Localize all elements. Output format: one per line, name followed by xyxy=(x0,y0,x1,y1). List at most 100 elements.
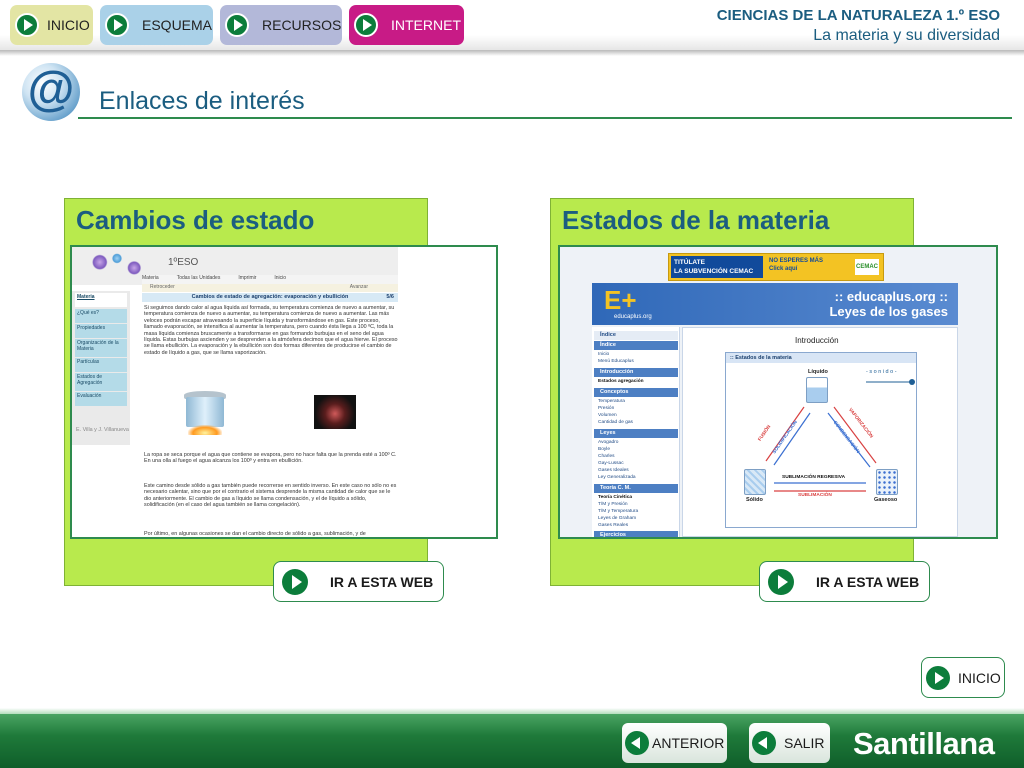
preview-sidebar: Índice Índice Inicio Menú Educaplus Intr… xyxy=(592,327,680,537)
preview-sidebar-item: Evaluación xyxy=(75,392,127,406)
preview-item: Menú Educaplus xyxy=(598,359,634,364)
solid-label: Sólido xyxy=(746,497,763,503)
at-sign-icon: @ xyxy=(22,63,80,121)
nav-recursos-button[interactable]: RECURSOS xyxy=(220,5,342,45)
preview-nav-forward: Avanzar xyxy=(349,284,368,290)
nav-internet-label: INTERNET xyxy=(391,17,461,33)
preview-main: Introducción :: Estados de la materia Lí… xyxy=(682,327,958,537)
preview-item: Leyes de Graham xyxy=(598,516,637,521)
preview-item: Boyle xyxy=(598,447,610,452)
inicio-label: INICIO xyxy=(958,669,1001,686)
title-underline xyxy=(78,117,1012,119)
preview-item: Gases Reales xyxy=(598,523,629,528)
regressive-sublimation-label: SUBLIMACIÓN REGRESIVA xyxy=(782,475,846,480)
nav-internet-button[interactable]: INTERNET xyxy=(349,5,464,45)
preview-item: Teoría Cinética xyxy=(598,495,633,500)
gas-beaker-icon xyxy=(876,469,898,495)
play-icon xyxy=(15,13,39,37)
course-title: CIENCIAS DE LA NATURALEZA 1.º ESO xyxy=(716,7,1000,24)
preview-sidebar-item: Materia xyxy=(75,293,127,307)
gas-label: Gaseoso xyxy=(874,497,898,503)
preview-paragraph: Si seguimos dando calor al agua líquida … xyxy=(144,305,398,356)
preview-item: Charles xyxy=(598,454,615,459)
course-subtitle: La materia y su diversidad xyxy=(813,27,1000,44)
nav-inicio-button[interactable]: INICIO xyxy=(10,5,93,45)
preview-heading: Cambios de estado de agregación: evapora… xyxy=(142,293,398,302)
preview-section: Ejercicios xyxy=(594,531,678,537)
anterior-label: ANTERIOR xyxy=(652,735,725,751)
preview-site-header: E+ educaplus.org :: educaplus.org :: Ley… xyxy=(592,283,958,325)
website-preview-cambios[interactable]: 1ºESO Materia Todas las Unidades Imprimi… xyxy=(70,245,498,539)
preview-item: Temperatura xyxy=(598,399,625,404)
banner-left: TITÚLATE LA SUBVENCIÓN CEMAC xyxy=(671,256,763,278)
preview-ad-banner: TITÚLATE LA SUBVENCIÓN CEMAC NO ESPERES … xyxy=(668,253,884,281)
preview-page-number: 5/6 xyxy=(386,294,394,300)
play-icon xyxy=(926,665,950,690)
nav-inicio-label: INICIO xyxy=(47,17,90,33)
back-arrow-icon xyxy=(625,731,649,755)
preview-item: Avogadro xyxy=(598,440,619,445)
card-title: Estados de la materia xyxy=(562,205,830,235)
website-preview-estados[interactable]: TITÚLATE LA SUBVENCIÓN CEMAC NO ESPERES … xyxy=(558,245,998,539)
sublimation-label: SUBLIMACIÓN xyxy=(798,493,832,498)
course-info: CIENCIAS DE LA NATURALEZA 1.º ESO La mat… xyxy=(717,7,1000,45)
preview-item: Cantidad de gas xyxy=(598,420,633,425)
preview-sidebar-item: Estados de Agregación xyxy=(75,373,127,391)
banner-middle: NO ESPERES MÁS Click aquí xyxy=(769,258,824,272)
pot-illustration xyxy=(182,387,228,437)
play-icon xyxy=(354,13,378,37)
nav-esquema-button[interactable]: ESQUEMA xyxy=(100,5,213,45)
salir-label: SALIR xyxy=(784,735,825,751)
banner-right: CEMAC xyxy=(855,259,879,275)
preview-item: Presión xyxy=(598,406,615,411)
back-arrow-icon xyxy=(752,731,776,755)
preview-item: Ley Generalizada xyxy=(598,475,636,480)
button-label: IR A ESTA WEB xyxy=(330,573,434,590)
preview-paragraph: Por último, en algunas ocasiones se dan … xyxy=(144,531,366,537)
preview-paragraph: La ropa se seca porque el agua que conti… xyxy=(144,452,397,465)
preview-sidebar-item: Propiedades xyxy=(75,324,127,338)
preview-section: Índice xyxy=(594,341,678,350)
preview-sidebar-item: ¿Qué es? xyxy=(75,309,127,323)
anterior-button[interactable]: ANTERIOR xyxy=(622,723,727,763)
educaplus-logo-sub: educaplus.org xyxy=(614,314,652,320)
nav-esquema-label: ESQUEMA xyxy=(142,17,213,33)
preview-item: Inicio xyxy=(598,352,610,357)
preview-paragraph: Este camino desde sólido a gas también p… xyxy=(144,483,397,509)
preview-item: Volumen xyxy=(598,413,617,418)
preview-sidebar-item: Partículas xyxy=(75,358,127,372)
preview-nav-back: Retroceder xyxy=(150,284,175,290)
preview-eso: 1ºESO xyxy=(168,257,199,268)
inicio-button[interactable]: INICIO xyxy=(921,657,1005,698)
ir-a-esta-web-button-2[interactable]: IR A ESTA WEB xyxy=(759,561,930,602)
top-bar-divider xyxy=(0,50,1024,56)
preview-item: Gases Ideales xyxy=(598,468,629,473)
preview-site-title: :: educaplus.org :: Leyes de los gases xyxy=(829,289,948,319)
preview-section: Leyes xyxy=(594,429,678,438)
states-diagram: :: Estados de la materia Líquido - s o n… xyxy=(725,352,917,528)
preview-nav: Retroceder Avanzar xyxy=(142,284,398,292)
play-icon xyxy=(768,568,794,595)
button-label: IR A ESTA WEB xyxy=(816,573,920,590)
preview-section: Introducción xyxy=(594,368,678,377)
preview-item: Estados agregación xyxy=(598,379,644,384)
preview-sidebar: Materia ¿Qué es? Propiedades Organizació… xyxy=(72,291,130,445)
burner-photo xyxy=(314,395,356,429)
preview-section: Índice xyxy=(594,331,678,340)
page-title: Enlaces de interés xyxy=(99,87,305,115)
preview-item: T/M y Presión xyxy=(598,502,628,507)
preview-item: T/M y Temperatura xyxy=(598,509,639,514)
salir-button[interactable]: SALIR xyxy=(749,723,830,763)
play-icon xyxy=(282,568,308,595)
preview-intro: Introducción xyxy=(795,336,839,345)
preview-item: Gay-Lussac xyxy=(598,461,624,466)
preview-sidebar-item: Organización de la Materia xyxy=(75,339,127,357)
preview-section: Conceptos xyxy=(594,388,678,397)
card-title: Cambios de estado xyxy=(76,205,315,235)
santillana-logo: Santillana xyxy=(853,726,995,761)
ir-a-esta-web-button-1[interactable]: IR A ESTA WEB xyxy=(273,561,444,602)
preview-section: Teoría C. M. xyxy=(594,484,678,493)
preview-credit: E. Villa y J. Villanueva xyxy=(76,427,129,433)
educaplus-logo: E+ xyxy=(604,285,637,315)
play-icon xyxy=(105,13,129,37)
